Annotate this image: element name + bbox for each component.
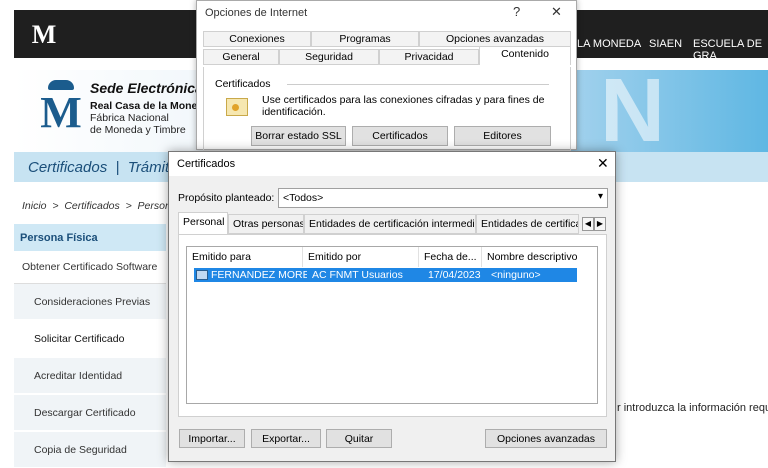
help-button[interactable]: ? <box>513 4 520 19</box>
dialog-titlebar <box>169 152 615 176</box>
remove-button[interactable]: Quitar <box>326 429 392 448</box>
tab-seguridad[interactable]: Seguridad <box>279 49 379 65</box>
tab-contenido[interactable]: Contenido <box>479 46 571 65</box>
tab-conexiones[interactable]: Conexiones <box>203 31 311 47</box>
tab-entidades-raiz[interactable]: Entidades de certificac <box>476 214 579 234</box>
section-tabs[interactable]: Certificados | Trámit <box>28 159 169 176</box>
nav-la-moneda[interactable]: LA MONEDA <box>577 38 641 50</box>
org-line-2: Fábrica Nacional <box>90 112 169 124</box>
site-logo[interactable]: M <box>30 18 58 52</box>
options-tabs: Conexiones Programas Opciones avanzadas … <box>203 31 571 67</box>
chevron-down-icon: ▾ <box>597 191 603 202</box>
nav-escuela[interactable]: ESCUELA DE GRA <box>693 38 768 62</box>
sidebar-item-consideraciones[interactable]: Consideraciones Previas <box>14 284 166 320</box>
window-title: Opciones de Internet <box>205 7 308 19</box>
close-icon[interactable]: ✕ <box>597 155 609 172</box>
sidebar-header[interactable]: Persona Física <box>14 224 166 251</box>
org-line-1: Real Casa de la Mone <box>90 100 198 112</box>
certificates-dialog: Certificados ✕ Propósito planteado: <Tod… <box>168 151 616 462</box>
sidebar-item-obtener[interactable]: Obtener Certificado Software <box>14 251 166 284</box>
advanced-options-button[interactable]: Opciones avanzadas <box>485 429 607 448</box>
group-divider <box>287 84 549 85</box>
breadcrumb[interactable]: Inicio > Certificados > Person <box>22 200 171 212</box>
column-issued-to[interactable]: Emitido para <box>187 247 303 267</box>
nav-siaen[interactable]: SIAEN <box>649 38 682 50</box>
page-body-text: r introduzca la información requ <box>617 402 768 414</box>
import-button[interactable]: Importar... <box>179 429 245 448</box>
site-title: Sede Electrónica <box>90 80 203 96</box>
certificates-button[interactable]: Certificados <box>352 126 448 146</box>
cell-date: 17/04/2023 <box>428 269 481 281</box>
certificate-icon <box>196 270 208 280</box>
fnmt-logo: M <box>40 88 82 137</box>
purpose-label: Propósito planteado: <box>178 192 275 204</box>
column-date[interactable]: Fecha de... <box>419 247 482 267</box>
hero-decoration: N <box>600 61 665 161</box>
tab-scroll-right-icon[interactable]: ▶ <box>594 217 606 231</box>
column-friendly-name[interactable]: Nombre descriptivo <box>482 247 579 267</box>
column-issued-by[interactable]: Emitido por <box>303 247 419 267</box>
purpose-select[interactable]: <Todos> ▾ <box>278 188 608 208</box>
dialog-title: Certificados <box>177 158 236 170</box>
tab-otras-personas[interactable]: Otras personas <box>228 214 304 234</box>
certificate-icon <box>226 98 248 116</box>
close-icon[interactable]: ✕ <box>551 4 562 20</box>
organization-name: Real Casa de la Mone Fábrica Nacional de… <box>90 100 197 136</box>
sidebar-item-acreditar[interactable]: Acreditar Identidad <box>14 358 166 394</box>
certificate-list[interactable]: Emitido para Emitido por Fecha de... Nom… <box>186 246 598 404</box>
export-button[interactable]: Exportar... <box>251 429 321 448</box>
sidebar-item-solicitar[interactable]: Solicitar Certificado <box>14 321 166 357</box>
clear-ssl-button[interactable]: Borrar estado SSL <box>251 126 346 146</box>
certificates-group-title: Certificados <box>215 78 271 90</box>
sidebar-item-copia[interactable]: Copia de Seguridad <box>14 432 166 468</box>
org-line-3: de Moneda y Timbre <box>90 124 186 136</box>
tab-general[interactable]: General <box>203 49 279 65</box>
sidebar-item-descargar[interactable]: Descargar Certificado <box>14 395 166 431</box>
table-row[interactable]: FERNANDEZ MORE... AC FNMT Usuarios 17/04… <box>194 268 577 282</box>
tab-programas[interactable]: Programas <box>311 31 419 47</box>
publishers-button[interactable]: Editores <box>454 126 551 146</box>
purpose-value: <Todos> <box>283 192 324 204</box>
tab-personal[interactable]: Personal <box>178 212 228 234</box>
tab-opciones-avanzadas[interactable]: Opciones avanzadas <box>419 31 571 47</box>
cell-friendly-name: <ninguno> <box>491 269 541 281</box>
cell-issued-by: AC FNMT Usuarios <box>312 269 403 281</box>
certificates-description: Use certificados para las conexiones cif… <box>262 94 545 118</box>
cell-issued-to: FERNANDEZ MORE... <box>211 269 307 281</box>
certificate-tabs: Personal Otras personas Entidades de cer… <box>178 212 608 234</box>
tab-privacidad[interactable]: Privacidad <box>379 49 479 65</box>
tab-entidades-intermedias[interactable]: Entidades de certificación intermedias <box>304 214 476 234</box>
tab-scroll-left-icon[interactable]: ◀ <box>582 217 594 231</box>
